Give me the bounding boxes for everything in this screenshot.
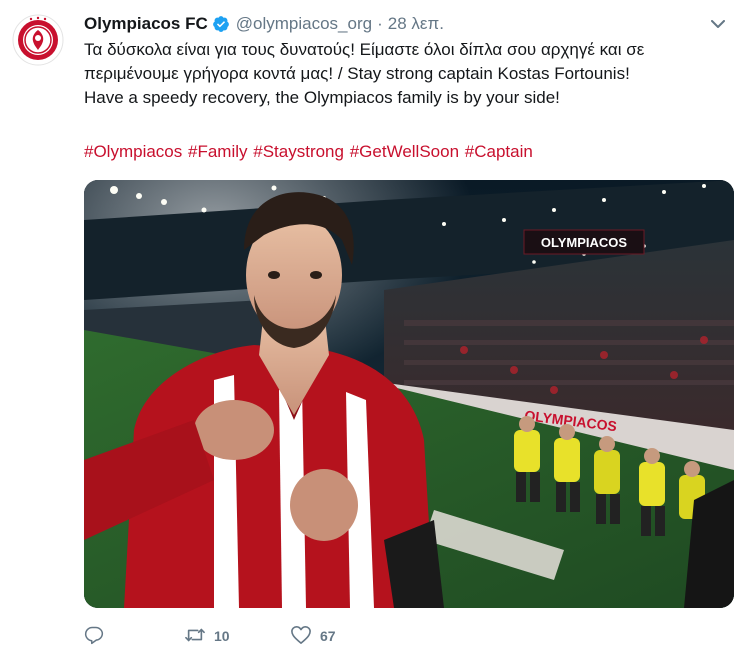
hashtag-link[interactable]: #GetWellSoon bbox=[350, 142, 459, 161]
tweet-timestamp[interactable]: 28 λεπ. bbox=[388, 14, 444, 34]
retweet-count: 10 bbox=[214, 628, 230, 644]
tweet-text-line: περιμένουμε γρήγορα κοντά μας! / Stay st… bbox=[84, 64, 630, 83]
retweet-button[interactable]: 10 bbox=[184, 625, 290, 648]
tweet-text-line: Τα δύσκολα είναι για τους δυνατούς! Είμα… bbox=[84, 40, 645, 59]
hashtag-list: #Olympiacos #Family #Staystrong #GetWell… bbox=[84, 140, 724, 164]
hashtag-link[interactable]: #Olympiacos bbox=[84, 142, 182, 161]
olympiacos-crest-icon[interactable] bbox=[12, 14, 64, 66]
author-name[interactable]: Olympiacos FC bbox=[84, 14, 208, 34]
tweet-text: Τα δύσκολα είναι για τους δυνατούς! Είμα… bbox=[84, 38, 724, 110]
like-button[interactable]: 67 bbox=[290, 625, 410, 648]
author-handle[interactable]: @olympiacos_org bbox=[236, 14, 372, 34]
tweet-text-line: Have a speedy recovery, the Olympiacos f… bbox=[84, 88, 560, 107]
hashtag-link[interactable]: #Family bbox=[188, 142, 248, 161]
tweet-actions: 10 67 bbox=[84, 622, 410, 650]
retweet-icon bbox=[184, 625, 206, 648]
tweet-header: Olympiacos FC @olympiacos_org · 28 λεπ. bbox=[84, 12, 695, 36]
stadium-sign: OLYMPIACOS bbox=[541, 235, 628, 250]
hashtag-link[interactable]: #Staystrong bbox=[253, 142, 344, 161]
verified-badge-icon bbox=[212, 15, 230, 33]
reply-button[interactable] bbox=[84, 625, 184, 648]
reply-icon bbox=[84, 625, 104, 648]
hashtag-link[interactable]: #Captain bbox=[465, 142, 533, 161]
separator-dot: · bbox=[377, 14, 383, 33]
heart-icon bbox=[290, 625, 312, 648]
like-count: 67 bbox=[320, 628, 336, 644]
chevron-down-icon[interactable] bbox=[707, 14, 729, 34]
tweet-card: Olympiacos FC @olympiacos_org · 28 λεπ. … bbox=[0, 0, 735, 657]
tweet-photo[interactable]: OLYMPIACOS OLYMPIACOS bbox=[84, 180, 734, 608]
